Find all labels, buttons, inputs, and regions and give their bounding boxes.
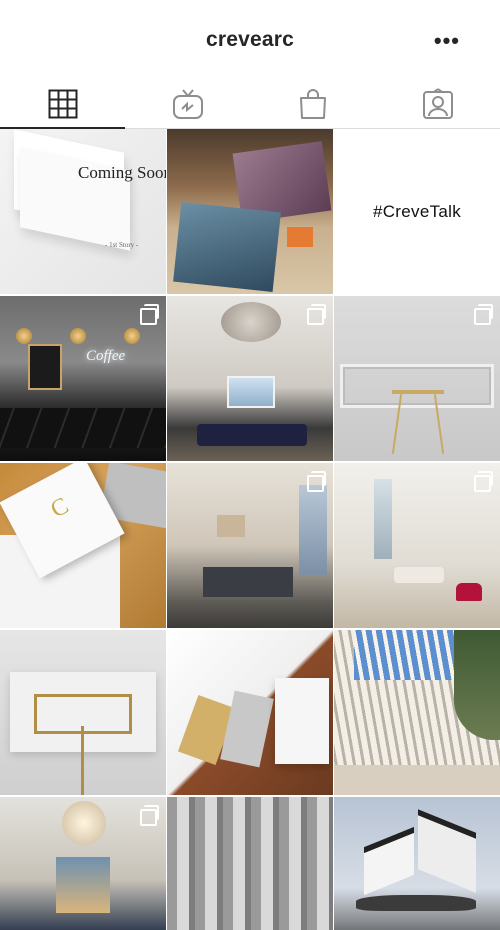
post-subcaption: - 1st Story - (105, 241, 139, 249)
post-tile[interactable]: #CreveTalk (334, 129, 500, 294)
color-swatch (287, 227, 313, 247)
window (374, 479, 392, 559)
tab-tagged[interactable] (375, 80, 500, 128)
post-tile[interactable] (167, 797, 333, 930)
more-options-button[interactable]: ••• (434, 30, 460, 52)
chandelier (62, 801, 106, 845)
igtv-icon (172, 89, 203, 119)
chandelier (221, 302, 281, 342)
menu-board (28, 344, 62, 390)
window (299, 485, 327, 575)
post-tile[interactable] (167, 129, 333, 294)
shopping-bag-icon (299, 89, 326, 119)
posts-grid: Coming Soon - 1st Story - #CreveTalk Cof… (0, 129, 500, 930)
post-tile[interactable] (334, 463, 500, 628)
tab-grid[interactable] (0, 80, 125, 129)
post-tile[interactable] (167, 630, 333, 795)
building-wing (364, 826, 414, 896)
post-tile[interactable] (0, 630, 166, 795)
post-tile[interactable] (334, 296, 500, 461)
multiple-photos-icon (140, 805, 159, 826)
multiple-photos-icon (307, 471, 326, 492)
armchair (456, 583, 482, 601)
post-tile[interactable] (167, 463, 333, 628)
grid-icon (48, 89, 77, 119)
post-tile[interactable]: Coming Soon - 1st Story - (0, 129, 166, 294)
tab-igtv[interactable] (125, 80, 250, 128)
post-caption: Coffee (86, 348, 126, 364)
bed (203, 567, 293, 597)
multiple-photos-icon (474, 471, 493, 492)
tree (454, 630, 500, 740)
sofa (394, 567, 444, 583)
profile-header: crevearc ••• (0, 0, 500, 80)
rock-island (356, 895, 476, 911)
pendant-lamp (16, 328, 32, 344)
floor (334, 765, 500, 795)
sofa (197, 424, 307, 446)
post-caption: #CreveTalk (372, 201, 462, 221)
material-sample (275, 678, 329, 764)
pendant-lamp (70, 328, 86, 344)
profile-tabs (0, 80, 500, 129)
wall-art (227, 376, 275, 408)
multiple-photos-icon (307, 304, 326, 325)
tab-shop[interactable] (250, 80, 375, 128)
post-tile[interactable]: Coffee (0, 296, 166, 461)
post-tile[interactable] (334, 797, 500, 930)
marble-counter (0, 408, 166, 448)
pendant-rod (81, 726, 84, 795)
moodboard-card (173, 201, 281, 293)
profile-username: crevearc (205, 28, 295, 51)
wall-art (217, 515, 245, 537)
post-tile[interactable]: C (0, 463, 166, 628)
pendant-lamp (124, 328, 140, 344)
post-tile[interactable] (334, 630, 500, 795)
post-tile[interactable] (167, 296, 333, 461)
doorway (56, 857, 110, 913)
multiple-photos-icon (474, 304, 493, 325)
material-sample (220, 690, 274, 768)
building-wing (418, 809, 476, 893)
multiple-photos-icon (140, 304, 159, 325)
post-caption: Coming Soon (78, 163, 166, 182)
post-tile[interactable] (0, 797, 166, 930)
tagged-icon (422, 88, 453, 119)
ceiling-frame (340, 364, 494, 408)
